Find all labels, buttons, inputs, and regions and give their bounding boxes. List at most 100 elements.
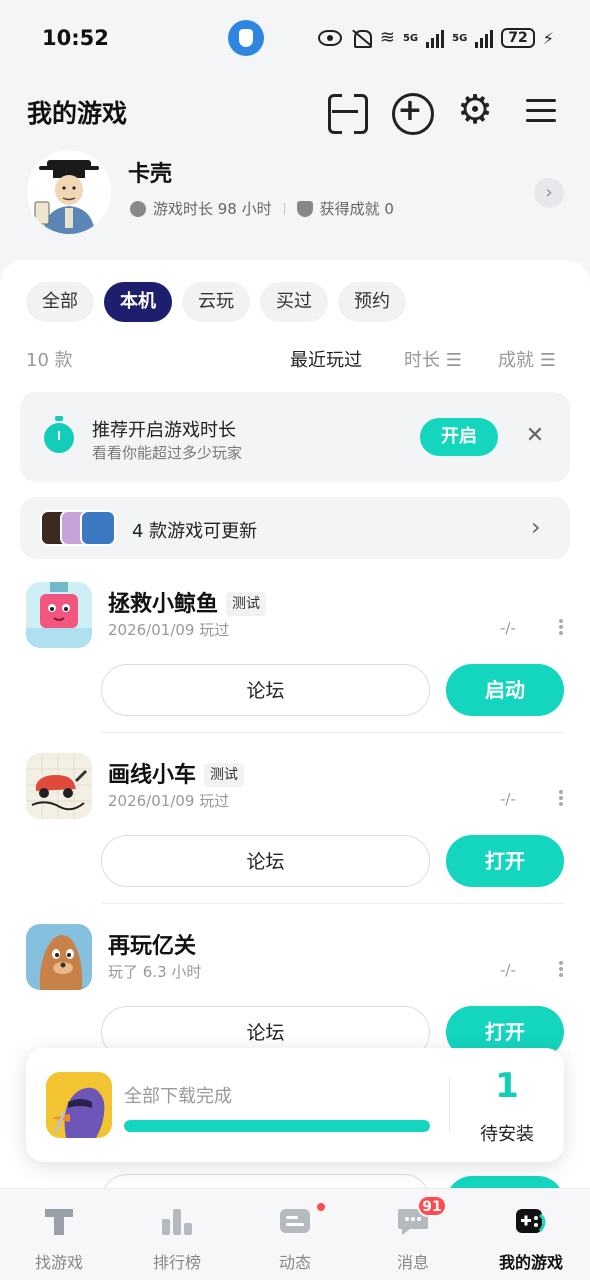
play-duration: 玩了 6.3 小时 (108, 963, 202, 981)
enable-button[interactable]: 开启 (420, 418, 498, 456)
game-stat: -/- (500, 790, 516, 808)
wifi-icon: ≋ (379, 27, 395, 48)
trophy-icon (296, 200, 313, 217)
charging-icon: ⚡ (542, 28, 554, 48)
battery-indicator: 72 (501, 28, 535, 48)
tab-all[interactable]: 全部 (26, 282, 94, 322)
menu-icon[interactable] (522, 92, 560, 130)
bell-off-icon (350, 29, 372, 48)
nav-label: 找游戏 (34, 1253, 83, 1272)
game-name: 画线小车 测试 (108, 757, 245, 789)
game-title: 拯救小鲸鱼 (108, 592, 219, 617)
gear-icon[interactable] (456, 88, 494, 132)
profile-chevron-icon[interactable]: › (534, 178, 564, 208)
nav-label: 消息 (396, 1253, 429, 1272)
notification-dot (314, 1201, 327, 1213)
update-game-icons (40, 510, 120, 546)
game-title: 画线小车 (108, 763, 197, 788)
nav-label: 我的游戏 (498, 1253, 563, 1272)
stopwatch-icon (130, 200, 146, 217)
game-icon-whale[interactable] (26, 582, 92, 648)
sort-duration-label: 时长 (404, 350, 440, 371)
profile-section[interactable]: 卡壳 游戏时长 98 小时 获得成就 0 › (0, 146, 590, 246)
tab-local[interactable]: 本机 (104, 282, 172, 322)
eye-icon (317, 30, 342, 46)
filter-tabs: 全部 本机 云玩 买过 预约 (26, 282, 406, 322)
game-stat: -/- (500, 961, 516, 979)
nav-leaderboard[interactable]: 排行榜 (118, 1189, 236, 1280)
last-played: 2026/01/09 玩过 (108, 621, 230, 639)
forum-button[interactable]: 论坛 (101, 835, 430, 887)
tab-cloud[interactable]: 云玩 (182, 282, 250, 322)
more-options-icon[interactable] (559, 961, 563, 977)
signal-icon (426, 28, 445, 48)
nav-my-games[interactable]: 我的游戏 (472, 1189, 590, 1280)
sort-recent[interactable]: 最近玩过 (290, 346, 362, 372)
leaderboard-icon (162, 1209, 192, 1235)
nav-label: 排行榜 (152, 1253, 201, 1272)
more-options-icon[interactable] (559, 619, 563, 635)
bottom-nav: 找游戏 排行榜 动态 91 消息 我的游戏 (0, 1188, 590, 1280)
nav-feed[interactable]: 动态 (236, 1189, 354, 1280)
my-games-icon (516, 1209, 546, 1233)
game-name: 再玩亿关 (108, 934, 197, 959)
list-header: 10 款 最近玩过 时长 ☰ 成就 ☰ (0, 344, 590, 374)
tab-reserved[interactable]: 预约 (338, 282, 406, 322)
divider (101, 903, 564, 904)
sort-icon: ☰ (445, 350, 462, 371)
open-button[interactable]: 打开 (446, 835, 564, 887)
forum-button[interactable]: 论坛 (101, 664, 430, 716)
page-title: 我的游戏 (27, 99, 128, 128)
launch-button[interactable]: 启动 (446, 664, 564, 716)
pending-install-label: 待安装 (480, 1124, 534, 1145)
feed-icon (280, 1209, 310, 1233)
playtime-banner: 推荐开启游戏时长 看看你能超过多少玩家 开启 ✕ (20, 392, 570, 482)
app-notification-icon (228, 20, 264, 56)
last-played: 2026/01/09 玩过 (108, 792, 230, 810)
test-badge: 测试 (204, 763, 245, 787)
divider (101, 732, 564, 733)
status-time: 10:52 (42, 26, 109, 50)
sort-duration[interactable]: 时长 ☰ (404, 346, 462, 372)
sort-achievements[interactable]: 成就 ☰ (498, 346, 556, 372)
sort-achievements-label: 成就 (498, 350, 534, 371)
signal-label-2: 5G (452, 32, 468, 44)
achievements-text: 获得成就 0 (319, 200, 394, 218)
profile-stats: 游戏时长 98 小时 获得成就 0 (130, 198, 394, 219)
tab-purchased[interactable]: 买过 (260, 282, 328, 322)
avatar[interactable] (27, 150, 111, 234)
nav-messages[interactable]: 91 消息 (354, 1189, 472, 1280)
username: 卡壳 (128, 162, 173, 187)
game-icon-car[interactable] (26, 753, 92, 819)
stopwatch-icon (44, 416, 74, 453)
header: 我的游戏 (0, 76, 590, 146)
game-stat: -/- (500, 619, 516, 637)
download-progress-bar (124, 1120, 430, 1132)
close-icon[interactable]: ✕ (523, 424, 547, 448)
game-icon-seal[interactable] (26, 924, 92, 990)
signal-label-1: 5G (402, 32, 419, 44)
pending-install-count: 1 (495, 1066, 519, 1106)
sort-icon: ☰ (539, 350, 556, 371)
find-games-icon (45, 1209, 73, 1235)
list-item: 画线小车 测试 2026/01/09 玩过 -/- 论坛 打开 (0, 743, 590, 913)
update-text: 4 款游戏可更新 (132, 521, 258, 542)
banner-subtitle: 看看你能超过多少玩家 (92, 444, 243, 462)
chevron-right-icon: › (531, 513, 541, 541)
nav-find-games[interactable]: 找游戏 (0, 1189, 118, 1280)
nav-label: 动态 (278, 1253, 311, 1272)
status-icons: ≋ 5G 5G 72 ⚡ (317, 24, 554, 52)
game-count: 10 款 (26, 350, 73, 371)
signal-icon-2 (475, 28, 494, 48)
download-progress-fill (124, 1120, 430, 1132)
more-options-icon[interactable] (559, 790, 563, 806)
download-status: 全部下载完成 (124, 1086, 232, 1107)
scan-icon[interactable] (326, 92, 364, 130)
game-icon-goose (46, 1072, 112, 1138)
download-card[interactable]: 全部下载完成 1 待安装 (26, 1048, 564, 1162)
add-circle-icon[interactable] (391, 92, 434, 135)
test-badge: 测试 (226, 592, 267, 616)
update-bar[interactable]: 4 款游戏可更新 › (20, 497, 570, 559)
banner-title: 推荐开启游戏时长 (92, 420, 236, 441)
status-bar: 10:52 ≋ 5G 5G 72 ⚡ (0, 0, 590, 76)
